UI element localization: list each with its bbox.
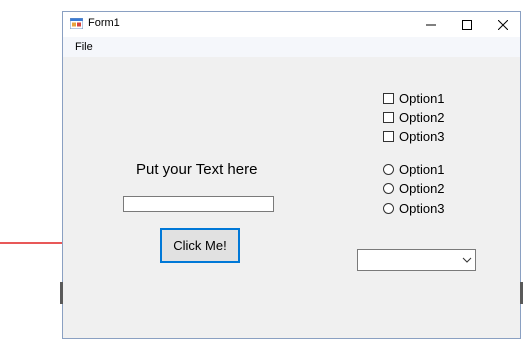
text-input[interactable] [123,196,274,212]
radio-option3[interactable]: Option3 [383,201,445,216]
radio-label: Option2 [399,181,445,196]
window-edge-mark [60,282,63,304]
minimize-button[interactable] [413,12,449,37]
app-icon [70,18,83,29]
radio-icon[interactable] [383,183,394,194]
radio-option1[interactable]: Option1 [383,162,445,177]
menu-item-file[interactable]: File [75,41,93,53]
radio-icon[interactable] [383,164,394,175]
dropdown-combobox[interactable] [357,249,476,271]
radio-label: Option1 [399,162,445,177]
prompt-label: Put your Text here [136,161,258,178]
chevron-down-icon[interactable] [462,255,472,265]
checkbox-icon[interactable] [383,93,394,104]
checkbox-option3[interactable]: Option3 [383,129,445,144]
close-icon [498,19,508,30]
radio-label: Option3 [399,201,445,216]
screenshot-stage: Form1 File Put your Text here Click Me! … [0,0,525,341]
radio-icon[interactable] [383,203,394,214]
window-edge-mark [520,282,523,304]
radio-option2[interactable]: Option2 [383,181,445,196]
title-bar[interactable]: Form1 [63,12,520,37]
maximize-icon [462,19,472,30]
checkbox-icon[interactable] [383,112,394,123]
window-title: Form1 [88,17,120,29]
checkbox-icon[interactable] [383,131,394,142]
close-button[interactable] [485,12,521,37]
checkbox-option1[interactable]: Option1 [383,91,445,106]
form-client-area: Put your Text here Click Me! Option1 Opt… [63,57,520,339]
menu-bar: File [63,37,520,57]
minimize-icon [426,24,436,25]
checkbox-label: Option2 [399,110,445,125]
maximize-button[interactable] [449,12,485,37]
form-window: Form1 File Put your Text here Click Me! … [62,11,521,339]
checkbox-label: Option1 [399,91,445,106]
checkbox-option2[interactable]: Option2 [383,110,445,125]
checkbox-label: Option3 [399,129,445,144]
click-me-button[interactable]: Click Me! [160,228,240,263]
